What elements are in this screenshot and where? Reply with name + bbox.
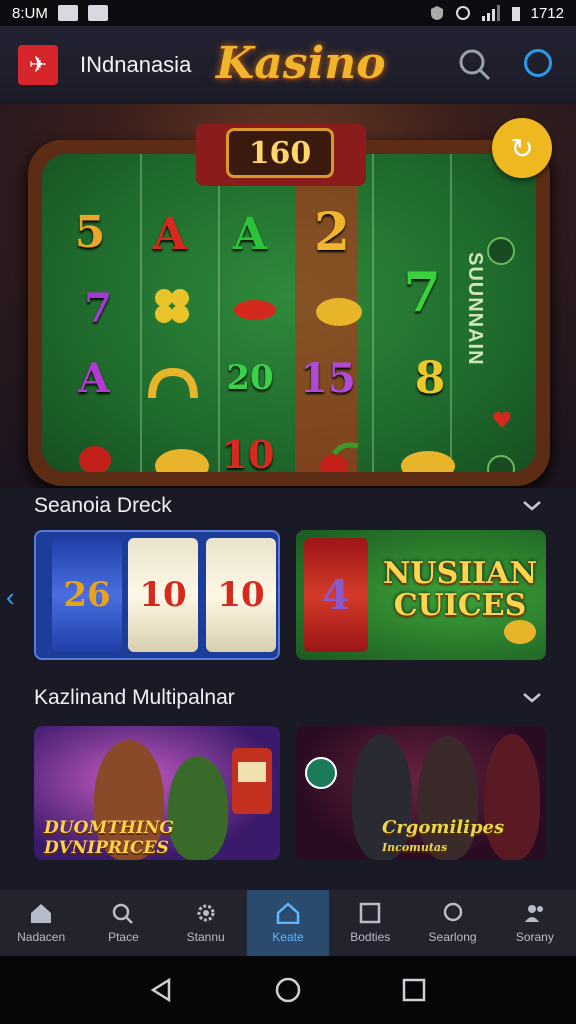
slot-symbol: 7 — [84, 284, 112, 332]
coin-icon — [155, 449, 209, 472]
nav-item-searlong[interactable]: Searlong — [411, 890, 493, 956]
heart-icon — [493, 412, 511, 428]
slot-machine-icon — [232, 748, 272, 814]
promo-title: Crgomilipes Incomutas — [382, 818, 504, 858]
app-name: INdnanasia — [80, 52, 192, 77]
nav-item-bodties[interactable]: Bodties — [329, 890, 411, 956]
felt-line — [218, 154, 220, 472]
game-title-line: NUSIIAN — [382, 556, 537, 591]
slot-symbol: 10 — [221, 431, 275, 473]
slot-symbol: 8 — [414, 352, 446, 404]
promo-title-line: DVNIPRICES — [44, 838, 169, 858]
square-icon — [360, 902, 381, 924]
coin-icon — [401, 451, 455, 472]
slot-felt: 5 A A 2 7 7 A 8 20 15 10 — [42, 154, 536, 472]
hero-banner[interactable]: 5 A A 2 7 7 A 8 20 15 10 160 ↻ SUUNNAIN — [0, 104, 576, 488]
signal-icon — [481, 5, 500, 21]
slot-symbol: 5 — [74, 206, 106, 258]
home-button-icon[interactable] — [274, 976, 302, 1004]
nav-item-keate[interactable]: Keate — [246, 890, 330, 956]
status-time: 8:UM — [12, 4, 48, 22]
nav-label: Stannu — [186, 930, 225, 944]
promo-title: DUOMTHING DVNIPRICES — [44, 818, 174, 858]
reel: 10 — [206, 538, 276, 652]
app-logo-icon[interactable]: ✈ — [18, 45, 58, 85]
search-icon — [443, 902, 462, 922]
promo-title-line: Crgomilipes — [382, 817, 505, 838]
coin-icon — [504, 620, 536, 644]
chevron-left-icon[interactable]: ‹ — [6, 582, 15, 613]
reel: 4 — [304, 538, 368, 652]
jackpot-counter: 160 — [226, 128, 334, 178]
shield-icon — [430, 6, 443, 20]
horseshoe-icon — [148, 368, 198, 399]
slot-symbol: 2 — [313, 201, 351, 263]
section-title: Seanoia Dreck — [34, 494, 172, 517]
coin-button[interactable]: ↻ — [492, 118, 552, 178]
slot-symbol: 7 — [403, 260, 441, 324]
recents-icon[interactable] — [401, 977, 427, 1003]
status-bar: 8:UM 1712 — [0, 0, 576, 26]
gear-icon — [197, 904, 215, 922]
nav-label: Searlong — [428, 930, 477, 944]
felt-line — [140, 154, 142, 472]
cherry-icon — [320, 442, 359, 472]
system-nav — [0, 956, 576, 1024]
home-icon — [276, 902, 300, 924]
game-card-nusiian[interactable]: 4 NUSIIAN CUICES — [296, 530, 546, 660]
search-icon — [113, 903, 134, 924]
nav-label: Nadacen — [17, 930, 66, 944]
app-notification-icon — [87, 5, 108, 21]
clover-icon — [487, 237, 515, 265]
brand-logo: Kasino — [216, 38, 386, 89]
alarm-icon — [455, 6, 470, 20]
avatar — [168, 756, 228, 860]
clover-icon — [155, 289, 189, 323]
felt-line — [372, 154, 374, 472]
nav-label: Sorany — [515, 930, 554, 944]
search-icon[interactable] — [458, 48, 492, 82]
slot-symbol: 15 — [300, 354, 356, 402]
nav-item-search[interactable]: Ptace — [82, 890, 164, 956]
game-card-reels[interactable]: 26 10 10 — [34, 530, 280, 660]
promo-card-1[interactable]: DUOMTHING DVNIPRICES — [34, 726, 280, 860]
chevron-down-icon[interactable] — [520, 498, 544, 514]
reel: 26 — [52, 538, 122, 652]
promo-title-line: DUOMTHING — [44, 818, 174, 838]
nav-item-settings[interactable]: Stannu — [165, 890, 247, 956]
promo-title-line: Incomutas — [382, 841, 448, 854]
game-title: NUSIIAN CUICES — [380, 558, 540, 622]
side-text: SUUNNAIN — [464, 252, 486, 366]
slot-symbol: A — [78, 354, 110, 402]
felt-line — [450, 154, 452, 472]
slot-symbol: A — [232, 208, 268, 260]
nav-item-sorany[interactable]: Sorany — [494, 890, 576, 956]
status-clock: 1712 — [530, 4, 564, 22]
section-title: Kazlinand Multipalnar — [34, 686, 235, 709]
bottom-nav: Nadacen Ptace Stannu Keate Bodties Searl… — [0, 890, 576, 956]
reel: 10 — [128, 538, 198, 652]
gallery-icon — [57, 5, 78, 21]
coin-icon — [316, 298, 362, 326]
promo-card-2[interactable]: Crgomilipes Incomutas — [296, 726, 546, 860]
nav-label: Bodties — [350, 930, 391, 944]
profile-button[interactable] — [524, 49, 552, 77]
back-icon[interactable] — [149, 977, 175, 1003]
app-bar: ✈ INdnanasia Kasino — [0, 26, 576, 104]
nav-label: Ptace — [108, 930, 139, 944]
chip-icon — [305, 757, 337, 789]
slot-symbol: 20 — [226, 358, 274, 398]
chili-icon — [234, 300, 276, 320]
clover-icon — [487, 455, 515, 472]
slot-symbol: A — [152, 208, 188, 260]
people-icon — [524, 905, 543, 922]
chevron-down-icon[interactable] — [520, 690, 544, 706]
battery-icon — [511, 7, 520, 21]
nav-item-home[interactable]: Nadacen — [0, 890, 82, 956]
chili-icon — [79, 446, 111, 472]
home-icon — [31, 904, 52, 923]
nav-label: Keate — [272, 930, 304, 944]
